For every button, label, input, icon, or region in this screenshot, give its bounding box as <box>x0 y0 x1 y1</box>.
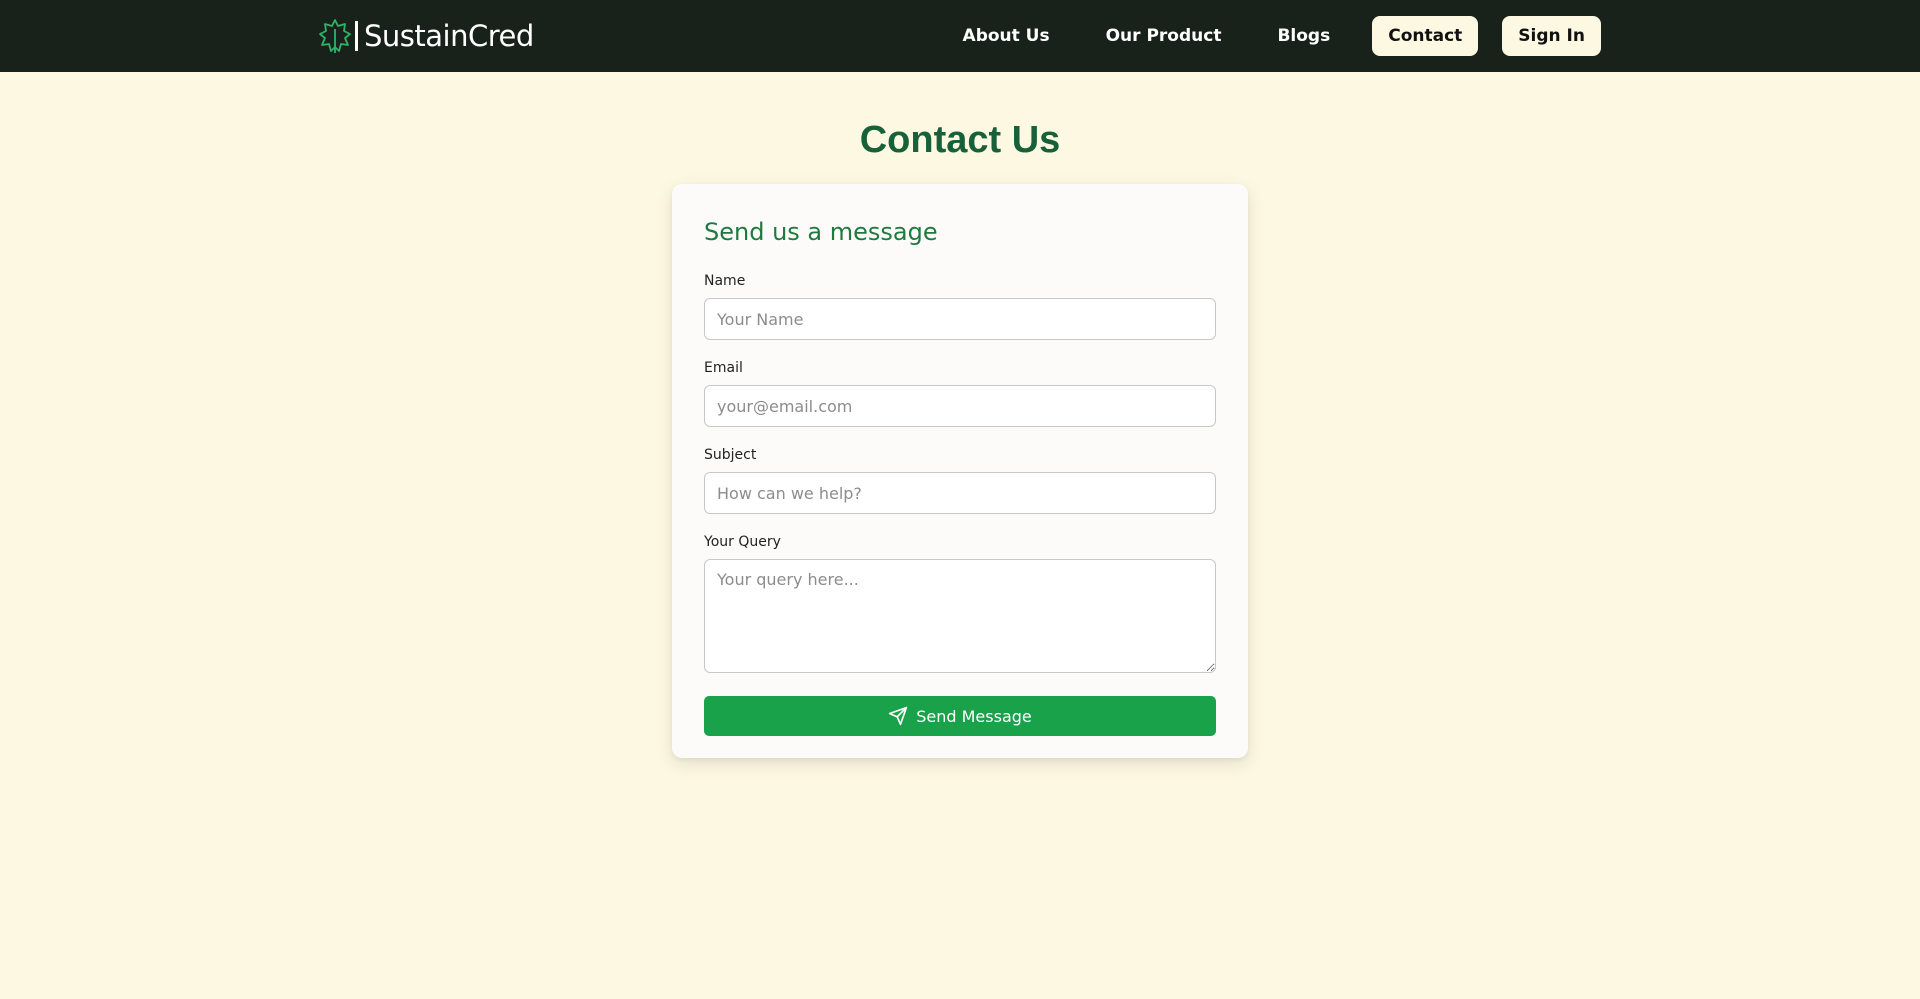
subject-label: Subject <box>704 447 757 463</box>
send-icon <box>889 706 908 726</box>
navbar: SustainCred About Us Our Product Blogs C… <box>0 0 1920 72</box>
send-message-button[interactable]: Send Message <box>704 696 1216 736</box>
page-title: Contact Us <box>859 119 1061 161</box>
query-label: Your Query <box>704 534 781 550</box>
query-field-group: Your Query <box>704 533 1216 677</box>
name-field-group: Name <box>704 272 1216 340</box>
subject-input[interactable] <box>704 472 1216 514</box>
brand-name: SustainCred <box>364 19 534 53</box>
query-textarea[interactable] <box>704 559 1216 673</box>
contact-form-card: Send us a message Name Email Subject You… <box>672 184 1248 758</box>
contact-button[interactable]: Contact <box>1372 16 1479 56</box>
main-nav: About Us Our Product Blogs Contact Sign … <box>963 16 1601 56</box>
brand-logo[interactable]: SustainCred <box>318 16 534 56</box>
logo-divider <box>355 21 358 51</box>
email-label: Email <box>704 360 743 376</box>
send-message-label: Send Message <box>916 706 1032 726</box>
nav-link-our-product[interactable]: Our Product <box>1106 26 1222 46</box>
leaf-outline-icon <box>319 19 351 53</box>
name-label: Name <box>704 273 746 289</box>
nav-link-blogs[interactable]: Blogs <box>1277 26 1330 46</box>
email-field-group: Email <box>704 359 1216 427</box>
email-input[interactable] <box>704 385 1216 427</box>
sign-in-button[interactable]: Sign In <box>1502 16 1601 56</box>
form-heading: Send us a message <box>704 218 938 246</box>
subject-field-group: Subject <box>704 446 1216 514</box>
name-input[interactable] <box>704 298 1216 340</box>
nav-link-about-us[interactable]: About Us <box>963 26 1050 46</box>
